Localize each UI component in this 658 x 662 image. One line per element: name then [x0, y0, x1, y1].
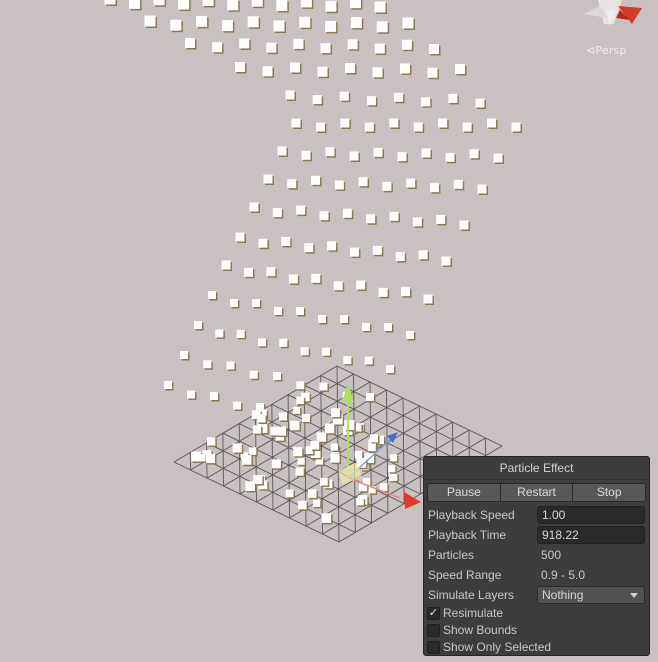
resimulate-row: ✓ Resimulate: [424, 605, 649, 622]
particle-effect-panel: Particle Effect Pause Restart Stop Playb…: [423, 456, 650, 656]
orientation-gizmo-icon[interactable]: [583, 0, 642, 26]
chevron-down-icon: [630, 593, 638, 598]
show-bounds-checkbox[interactable]: [427, 624, 440, 637]
show-only-selected-label: Show Only Selected: [443, 640, 552, 654]
perspective-label[interactable]: ⊲Persp: [586, 44, 627, 57]
speed-range-row: Speed Range 0.9 - 5.0: [424, 565, 649, 585]
playback-time-label: Playback Time: [428, 528, 507, 542]
resimulate-label: Resimulate: [443, 606, 504, 620]
particles-row: Particles 500: [424, 545, 649, 565]
pause-button[interactable]: Pause: [427, 483, 501, 502]
simulate-layers-dropdown[interactable]: Nothing: [537, 586, 645, 604]
panel-title: Particle Effect: [424, 457, 649, 480]
simulate-layers-value: Nothing: [542, 588, 584, 602]
show-bounds-label: Show Bounds: [443, 623, 518, 637]
particles-label: Particles: [428, 548, 475, 562]
playback-speed-field[interactable]: 1.00: [537, 506, 645, 524]
resimulate-checkbox[interactable]: ✓: [427, 607, 440, 620]
simulate-layers-row: Simulate Layers Nothing: [424, 585, 649, 605]
transform-gizmo[interactable]: [338, 383, 421, 509]
particle-cloud: [104, 0, 522, 525]
playback-time-field[interactable]: 918.22: [537, 526, 645, 544]
speed-range-label: Speed Range: [428, 568, 502, 582]
stop-button[interactable]: Stop: [573, 483, 647, 502]
show-only-selected-checkbox[interactable]: [427, 641, 440, 654]
particles-value: 500: [541, 548, 562, 562]
show-bounds-row: Show Bounds: [424, 622, 649, 639]
speed-range-value: 0.9 - 5.0: [541, 568, 586, 582]
restart-button[interactable]: Restart: [500, 483, 574, 502]
show-only-selected-row: Show Only Selected: [424, 639, 649, 656]
playback-speed-row: Playback Speed 1.00: [424, 505, 649, 525]
playback-time-row: Playback Time 918.22: [424, 525, 649, 545]
move-handle-x-icon[interactable]: [404, 492, 421, 509]
playback-speed-label: Playback Speed: [428, 508, 515, 522]
perspective-icon: ⊲: [586, 44, 596, 57]
simulate-layers-label: Simulate Layers: [428, 588, 515, 602]
playback-controls: Pause Restart Stop: [427, 483, 647, 502]
